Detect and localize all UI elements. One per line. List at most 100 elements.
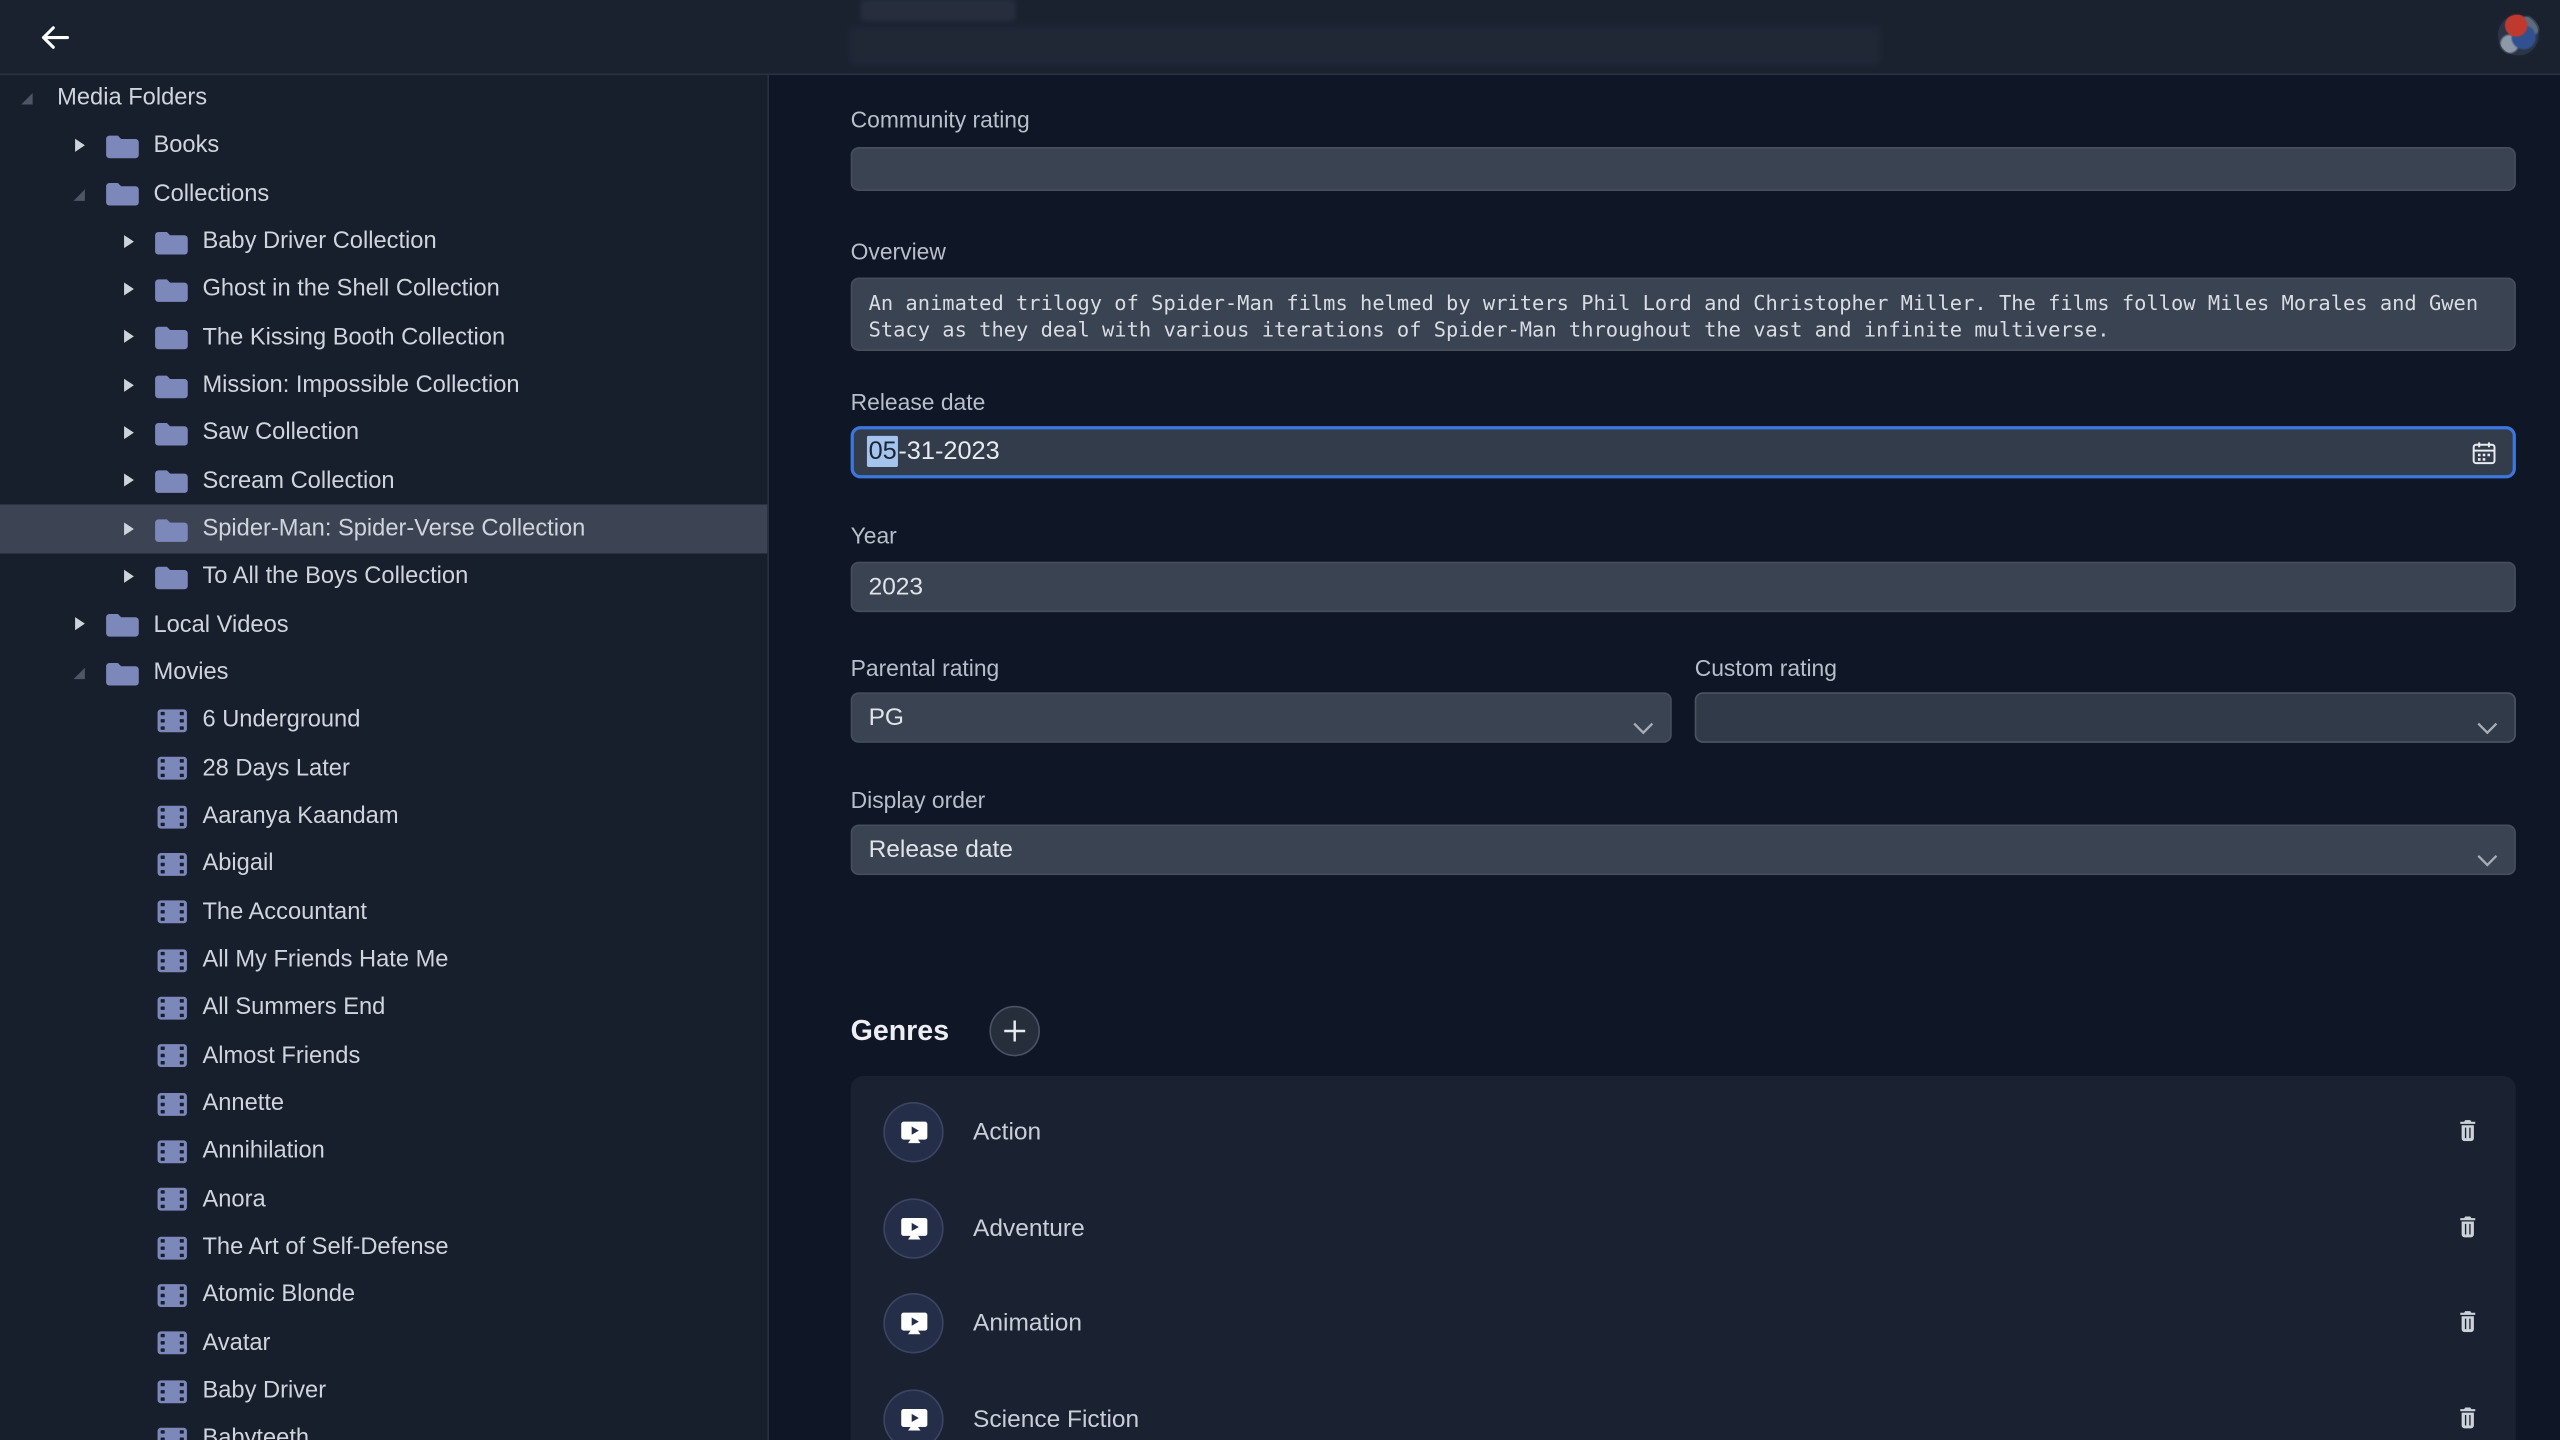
expand-caret-icon[interactable]: [121, 569, 137, 585]
metadata-editor-panel: Community rating Overview An animated tr…: [771, 74, 2560, 1440]
caret-spacer: [121, 1096, 137, 1112]
delete-genre-icon[interactable]: [2459, 1120, 2477, 1149]
sidebar: Media Folders Books Collections Baby Dri…: [0, 74, 769, 1440]
community-rating-input[interactable]: [851, 147, 2516, 191]
tree-item[interactable]: The Kissing Booth Collection: [0, 314, 767, 362]
movie-icon: [899, 1311, 928, 1335]
expand-caret-icon[interactable]: [121, 377, 137, 393]
folder-icon: [104, 180, 140, 208]
tree-item[interactable]: All My Friends Hate Me: [0, 936, 767, 984]
expand-caret-icon[interactable]: [121, 234, 137, 250]
movie-icon: [153, 1090, 189, 1118]
movie-icon: [153, 1186, 189, 1214]
expand-caret-icon[interactable]: [121, 473, 137, 489]
tree-item[interactable]: Almost Friends: [0, 1032, 767, 1080]
tree-item[interactable]: Books: [0, 122, 767, 170]
tree-item-label: Mission: Impossible Collection: [202, 372, 519, 398]
custom-rating-label: Custom rating: [1695, 656, 2516, 679]
tree-item-label: Spider-Man: Spider-Verse Collection: [202, 516, 585, 542]
tree-item[interactable]: Baby Driver Collection: [0, 218, 767, 266]
tree-item[interactable]: Annette: [0, 1080, 767, 1128]
expand-caret-icon[interactable]: [121, 425, 137, 441]
custom-rating-select[interactable]: [1695, 692, 2516, 743]
caret-spacer: [121, 808, 137, 824]
delete-genre-icon[interactable]: [2459, 1312, 2477, 1341]
scrolled-content-ghost: [860, 0, 1015, 21]
folder-icon: [153, 276, 189, 304]
expand-caret-icon[interactable]: [72, 138, 88, 154]
tree-item[interactable]: The Accountant: [0, 888, 767, 936]
expand-caret-icon[interactable]: [121, 282, 137, 298]
delete-genre-icon[interactable]: [2459, 1407, 2477, 1436]
display-order-select[interactable]: Release date: [851, 824, 2516, 875]
genre-label: Animation: [973, 1310, 1082, 1338]
collapse-caret-icon[interactable]: [72, 665, 88, 681]
year-input[interactable]: [851, 562, 2516, 613]
tree-item[interactable]: Collections: [0, 170, 767, 218]
tree-item[interactable]: Local Videos: [0, 601, 767, 649]
arrow-left-icon: [38, 20, 74, 56]
tree-item[interactable]: Aaranya Kaandam: [0, 793, 767, 841]
genres-list: Action Adventure Animation Science Ficti…: [851, 1076, 2516, 1440]
folder-icon: [153, 420, 189, 448]
tree-item[interactable]: 28 Days Later: [0, 745, 767, 793]
tree-item[interactable]: Avatar: [0, 1319, 767, 1367]
tree-item[interactable]: Movies: [0, 649, 767, 697]
tree-item-label: Anora: [202, 1186, 265, 1212]
collapse-caret-icon[interactable]: [72, 186, 88, 202]
back-button[interactable]: [36, 18, 75, 57]
genre-label: Action: [973, 1118, 1041, 1146]
tree-item-label: Atomic Blonde: [202, 1282, 355, 1308]
genre-row: Adventure: [851, 1180, 2516, 1276]
tree-item-label: Almost Friends: [202, 1043, 360, 1069]
parental-rating-select[interactable]: PG: [851, 692, 1672, 743]
add-genre-button[interactable]: [990, 1006, 1041, 1057]
release-date-value: 05-31-2023: [867, 438, 1000, 467]
tree-item[interactable]: Mission: Impossible Collection: [0, 362, 767, 410]
expand-caret-icon[interactable]: [121, 521, 137, 537]
overview-label: Overview: [851, 240, 2516, 263]
movie-icon: [153, 994, 189, 1022]
tree-item[interactable]: Scream Collection: [0, 457, 767, 505]
genre-row: Animation: [851, 1276, 2516, 1372]
movie-icon: [153, 1042, 189, 1070]
tree-item[interactable]: All Summers End: [0, 984, 767, 1032]
tree-item-label: Media Folders: [57, 85, 207, 111]
tree-item[interactable]: Ghost in the Shell Collection: [0, 266, 767, 314]
tree-item[interactable]: Annihilation: [0, 1128, 767, 1176]
movie-icon: [153, 755, 189, 783]
release-date-input[interactable]: 05-31-2023: [851, 426, 2516, 478]
expand-caret-icon[interactable]: [121, 329, 137, 345]
display-order-label: Display order: [851, 789, 2516, 812]
tree-item[interactable]: Media Folders: [0, 74, 767, 122]
caret-spacer: [121, 1143, 137, 1159]
tree-item[interactable]: The Art of Self-Defense: [0, 1223, 767, 1271]
calendar-icon[interactable]: [2472, 441, 2496, 465]
tree-item[interactable]: Babyteeth: [0, 1415, 767, 1440]
tree-item-label: Ghost in the Shell Collection: [202, 277, 499, 303]
tree-item[interactable]: Spider-Man: Spider-Verse Collection: [0, 505, 767, 553]
genre-avatar: [883, 1102, 943, 1162]
caret-spacer: [121, 1287, 137, 1303]
caret-spacer: [121, 1431, 137, 1440]
tree-item[interactable]: Atomic Blonde: [0, 1271, 767, 1319]
viewport: Media Folders Books Collections Baby Dri…: [0, 0, 2560, 1440]
overview-textarea[interactable]: An animated trilogy of Spider-Man films …: [851, 278, 2516, 351]
delete-genre-icon[interactable]: [2459, 1216, 2477, 1245]
genre-avatar: [883, 1293, 943, 1353]
collapse-caret-icon[interactable]: [20, 90, 36, 106]
caret-spacer: [121, 1048, 137, 1064]
tree-item-label: Local Videos: [153, 612, 288, 638]
tree-item[interactable]: To All the Boys Collection: [0, 553, 767, 601]
tree-item[interactable]: 6 Underground: [0, 697, 767, 745]
caret-spacer: [121, 904, 137, 920]
chevron-down-icon: [2477, 713, 2498, 741]
expand-caret-icon[interactable]: [72, 617, 88, 633]
user-avatar[interactable]: [2496, 13, 2540, 57]
tree-item[interactable]: Saw Collection: [0, 409, 767, 457]
movie-icon: [153, 803, 189, 831]
tree-item[interactable]: Anora: [0, 1176, 767, 1224]
movie-icon: [153, 1377, 189, 1405]
tree-item[interactable]: Abigail: [0, 840, 767, 888]
tree-item[interactable]: Baby Driver: [0, 1367, 767, 1415]
